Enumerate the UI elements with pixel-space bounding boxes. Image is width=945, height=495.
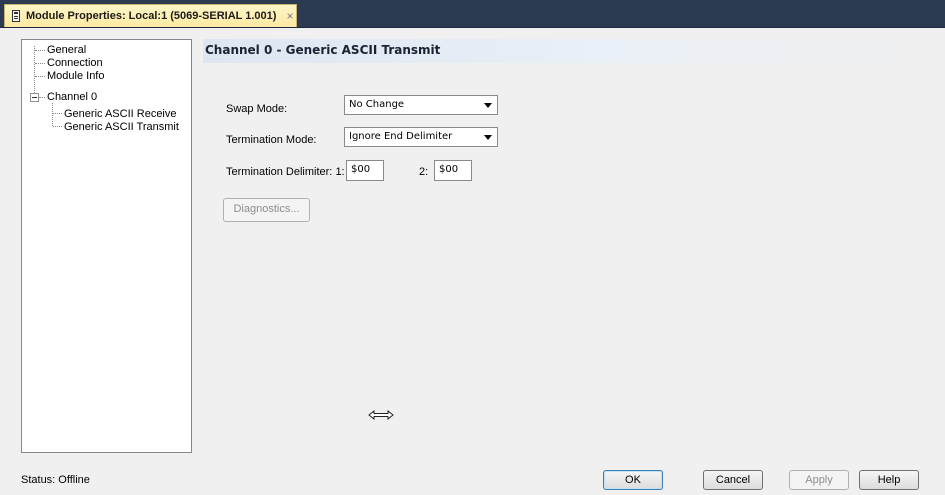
tree-line: [53, 113, 62, 114]
tree-item-general[interactable]: General: [47, 44, 86, 57]
swap-mode-label: Swap Mode:: [226, 103, 288, 115]
tree-item-label: Generic ASCII Transmit: [64, 121, 179, 133]
termination-mode-dropdown[interactable]: Ignore End Delimiter: [344, 127, 498, 147]
delimiter-1-field[interactable]: $00: [346, 160, 384, 181]
apply-button[interactable]: Apply: [789, 470, 849, 490]
tree-line: [35, 63, 45, 64]
tree-line: [34, 46, 35, 95]
collapse-icon[interactable]: [30, 93, 39, 102]
swap-mode-value: No Change: [349, 99, 405, 110]
delimiter-2-field[interactable]: $00: [434, 160, 472, 181]
tree-line: [39, 97, 45, 98]
termination-mode-label: Termination Mode:: [226, 134, 317, 146]
termination-delimiter-label: Termination Delimiter: 1:: [226, 166, 345, 178]
panel-header: Channel 0 - Generic ASCII Transmit: [203, 39, 939, 63]
help-button[interactable]: Help: [859, 470, 919, 490]
tree-item-channel-0[interactable]: Channel 0: [47, 91, 97, 104]
chevron-down-icon: [484, 135, 492, 140]
tree-item-generic-ascii-transmit[interactable]: Generic ASCII Transmit: [64, 121, 179, 134]
tree-item-label: Module Info: [47, 70, 105, 82]
tab-title: Module Properties: Local:1 (5069-SERIAL …: [26, 10, 277, 22]
chevron-down-icon: [484, 103, 492, 108]
tree-line: [35, 76, 45, 77]
category-tree[interactable]: General Connection Module Info Channel 0…: [21, 39, 192, 453]
termination-mode-value: Ignore End Delimiter: [349, 131, 453, 142]
ok-button[interactable]: OK: [603, 470, 663, 490]
document-tab[interactable]: Module Properties: Local:1 (5069-SERIAL …: [4, 4, 297, 27]
close-icon[interactable]: ×: [286, 9, 293, 23]
tree-line: [53, 126, 62, 127]
title-bar: Module Properties: Local:1 (5069-SERIAL …: [0, 0, 945, 28]
module-icon: [12, 10, 20, 22]
tree-line: [52, 103, 53, 126]
tree-item-label: Generic ASCII Receive: [64, 108, 177, 120]
horizontal-resize-arrow-icon[interactable]: [368, 409, 394, 421]
diagnostics-button[interactable]: Diagnostics...: [223, 198, 310, 222]
tree-line: [35, 50, 45, 51]
tree-item-label: Connection: [47, 57, 103, 69]
cancel-button[interactable]: Cancel: [703, 470, 763, 490]
page-title: Channel 0 - Generic ASCII Transmit: [205, 43, 441, 57]
termination-delimiter-text: Termination Delimiter:: [226, 166, 333, 178]
delimiter-2-label: 2:: [419, 166, 429, 178]
status-text: Status: Offline: [21, 474, 90, 486]
tree-item-label: General: [47, 44, 87, 56]
tree-item-connection[interactable]: Connection: [47, 57, 103, 70]
tree-item-generic-ascii-receive[interactable]: Generic ASCII Receive: [64, 108, 177, 121]
tree-item-label: Channel 0: [47, 91, 98, 103]
delimiter-1-label: 1:: [335, 166, 345, 178]
swap-mode-dropdown[interactable]: No Change: [344, 95, 498, 115]
tree-item-module-info[interactable]: Module Info: [47, 70, 104, 83]
